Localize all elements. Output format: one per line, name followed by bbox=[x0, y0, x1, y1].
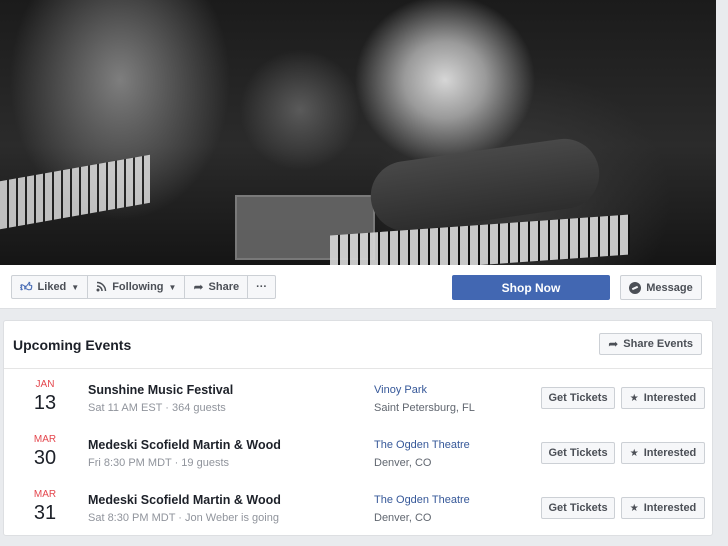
shop-now-button[interactable]: Shop Now bbox=[452, 275, 610, 300]
chevron-down-icon: ▼ bbox=[168, 282, 177, 292]
share-arrow-icon: ➦ bbox=[193, 280, 204, 294]
cover-photo[interactable] bbox=[0, 0, 716, 265]
synth-keys-shape bbox=[330, 214, 630, 265]
liked-button[interactable]: 👍︎ Liked ▼ bbox=[11, 275, 89, 299]
event-row[interactable]: MAR 30 Medeski Scofield Martin & Wood Fr… bbox=[4, 426, 714, 481]
share-label: Share bbox=[208, 281, 240, 293]
event-day: 13 bbox=[33, 392, 57, 414]
event-venue-link[interactable]: The Ogden Theatre bbox=[374, 494, 470, 506]
star-icon: ★ bbox=[629, 447, 639, 459]
get-tickets-button[interactable]: Get Tickets bbox=[541, 497, 615, 519]
event-month: MAR bbox=[33, 489, 57, 500]
message-bubble-icon bbox=[629, 281, 642, 294]
thumbs-up-icon: 👍︎ bbox=[20, 280, 33, 294]
message-label: Message bbox=[646, 281, 693, 294]
event-city: Denver, CO bbox=[374, 512, 432, 524]
more-options-button[interactable]: ··· bbox=[247, 275, 277, 299]
interested-label: Interested bbox=[643, 392, 697, 404]
event-day: 31 bbox=[33, 502, 57, 524]
event-meta: Sat 8:30 PM MDT · Jon Weber is going bbox=[88, 512, 279, 524]
event-meta: Fri 8:30 PM MDT · 19 guests bbox=[88, 457, 230, 469]
interested-label: Interested bbox=[643, 502, 697, 514]
rss-icon-svg bbox=[96, 281, 107, 291]
events-card-header: Upcoming Events ➦ Share Events bbox=[4, 321, 712, 369]
event-name-link[interactable]: Sunshine Music Festival bbox=[88, 383, 233, 397]
get-tickets-label: Get Tickets bbox=[548, 392, 608, 404]
event-row[interactable]: JAN 13 Sunshine Music Festival Sat 11 AM… bbox=[4, 371, 714, 426]
following-label: Following bbox=[112, 281, 164, 293]
following-button[interactable]: Following ▼ bbox=[87, 275, 186, 299]
ellipsis-icon: ··· bbox=[256, 281, 268, 293]
interested-label: Interested bbox=[643, 447, 697, 459]
page-action-bar: 👍︎ Liked ▼ Following ▼ ➦ Share ··· Shop … bbox=[0, 265, 716, 309]
star-icon: ★ bbox=[629, 392, 639, 404]
event-month: JAN bbox=[35, 379, 55, 390]
event-day: 30 bbox=[33, 447, 57, 469]
share-events-label: Share Events bbox=[623, 338, 693, 350]
message-button[interactable]: Message bbox=[620, 275, 702, 300]
share-arrow-icon: ➦ bbox=[608, 337, 619, 351]
event-row[interactable]: MAR 31 Medeski Scofield Martin & Wood Sa… bbox=[4, 481, 714, 536]
keyboard-shape bbox=[0, 154, 150, 230]
event-name-link[interactable]: Medeski Scofield Martin & Wood bbox=[88, 438, 281, 452]
event-city: Saint Petersburg, FL bbox=[374, 402, 475, 414]
event-name-link[interactable]: Medeski Scofield Martin & Wood bbox=[88, 493, 281, 507]
rss-icon bbox=[96, 281, 107, 294]
event-venue-link[interactable]: Vinoy Park bbox=[374, 384, 427, 396]
event-city: Denver, CO bbox=[374, 457, 432, 469]
events-card-title: Upcoming Events bbox=[13, 337, 132, 353]
interested-button[interactable]: ★ Interested bbox=[621, 387, 705, 409]
share-button[interactable]: ➦ Share bbox=[184, 275, 249, 299]
liked-label: Liked bbox=[37, 281, 67, 293]
get-tickets-button[interactable]: Get Tickets bbox=[541, 387, 615, 409]
event-venue-link[interactable]: The Ogden Theatre bbox=[374, 439, 470, 451]
upcoming-events-card: Upcoming Events ➦ Share Events JAN 13 Su… bbox=[3, 320, 713, 536]
event-month: MAR bbox=[33, 434, 57, 445]
interested-button[interactable]: ★ Interested bbox=[621, 442, 705, 464]
interested-button[interactable]: ★ Interested bbox=[621, 497, 705, 519]
get-tickets-label: Get Tickets bbox=[548, 447, 608, 459]
get-tickets-button[interactable]: Get Tickets bbox=[541, 442, 615, 464]
share-events-button[interactable]: ➦ Share Events bbox=[599, 333, 702, 355]
get-tickets-label: Get Tickets bbox=[548, 502, 608, 514]
event-meta: Sat 11 AM EST · 364 guests bbox=[88, 402, 226, 414]
shop-now-label: Shop Now bbox=[501, 280, 561, 295]
page-action-group: 👍︎ Liked ▼ Following ▼ ➦ Share ··· bbox=[11, 275, 277, 299]
star-icon: ★ bbox=[629, 502, 639, 514]
chevron-down-icon: ▼ bbox=[71, 282, 80, 292]
